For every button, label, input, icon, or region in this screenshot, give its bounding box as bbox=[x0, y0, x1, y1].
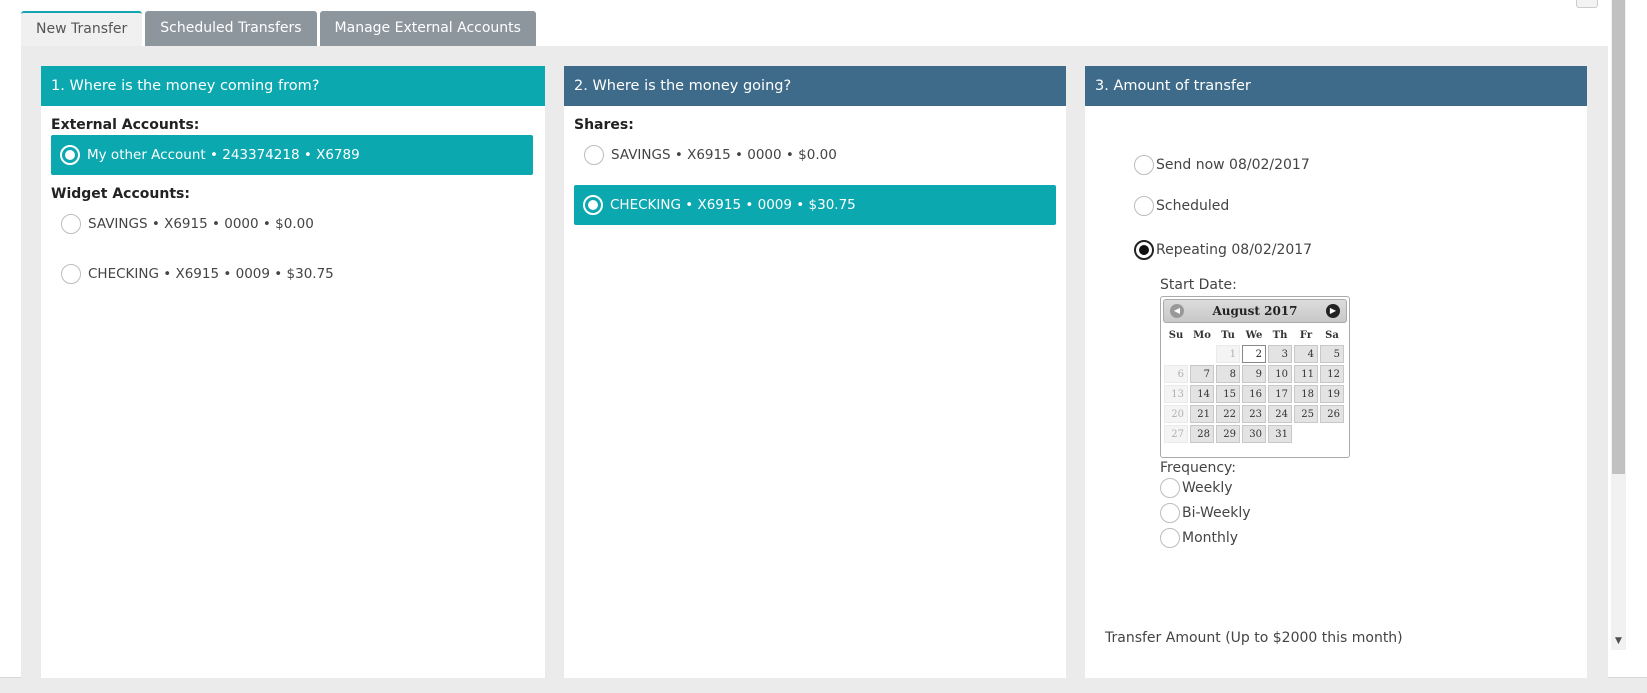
share-label: CHECKING • X6915 • 0009 • $30.75 bbox=[610, 197, 856, 213]
transfer-window: New Transfer Scheduled Transfers Manage … bbox=[0, 0, 1647, 678]
calendar-day[interactable]: 19 bbox=[1320, 385, 1344, 403]
shares-label: Shares: bbox=[574, 117, 634, 133]
calendar-day[interactable]: 30 bbox=[1242, 425, 1266, 443]
radio-icon[interactable] bbox=[60, 145, 80, 165]
option-scheduled[interactable]: Scheduled bbox=[1134, 196, 1229, 216]
calendar-day[interactable]: 29 bbox=[1216, 425, 1240, 443]
radio-icon[interactable] bbox=[1134, 155, 1154, 175]
calendar-day[interactable]: 7 bbox=[1190, 365, 1214, 383]
option-label: Send now 08/02/2017 bbox=[1156, 157, 1310, 173]
calendar-day[interactable]: 28 bbox=[1190, 425, 1214, 443]
calendar-header: ◀ August 2017 ▶ bbox=[1163, 299, 1347, 323]
calendar-day[interactable]: 2 bbox=[1242, 345, 1266, 363]
to-share-savings[interactable]: SAVINGS • X6915 • 0000 • $0.00 bbox=[584, 135, 1054, 175]
radio-icon[interactable] bbox=[1134, 240, 1154, 260]
weekday-header: Sa bbox=[1325, 330, 1339, 341]
radio-icon[interactable] bbox=[61, 264, 81, 284]
option-label: Scheduled bbox=[1156, 198, 1230, 214]
option-label: Monthly bbox=[1182, 530, 1239, 546]
calendar-days: 1 2 3 4 5 6 7 8 9 10 11 12 13 14 15 16 17 18 19 20 21 22 23 24 2… bbox=[1163, 344, 1347, 444]
calendar-day-disabled: 13 bbox=[1164, 385, 1188, 403]
calendar-day[interactable]: 15 bbox=[1216, 385, 1240, 403]
account-label: My other Account • 243374218 • X6789 bbox=[87, 147, 360, 163]
radio-icon[interactable] bbox=[61, 214, 81, 234]
calendar-day[interactable]: 25 bbox=[1294, 405, 1318, 423]
amount-panel-title: 3. Amount of transfer bbox=[1085, 66, 1587, 106]
calendar-day-disabled: 27 bbox=[1164, 425, 1188, 443]
calendar-month-label: August 2017 bbox=[1212, 304, 1298, 318]
calendar-day[interactable]: 10 bbox=[1268, 365, 1292, 383]
option-label: Repeating 08/02/2017 bbox=[1156, 242, 1313, 258]
tab-new-transfer[interactable]: New Transfer bbox=[21, 11, 143, 47]
calendar-empty-cell bbox=[1190, 345, 1214, 363]
option-send-now[interactable]: Send now 08/02/2017 bbox=[1134, 155, 1310, 175]
share-label: SAVINGS • X6915 • 0000 • $0.00 bbox=[611, 147, 837, 163]
weekday-header: Fr bbox=[1299, 330, 1313, 341]
calendar-day[interactable]: 16 bbox=[1242, 385, 1266, 403]
page-footer-strip bbox=[0, 679, 1647, 693]
calendar-day[interactable]: 26 bbox=[1320, 405, 1344, 423]
calendar-empty-cell bbox=[1164, 345, 1188, 363]
calendar-day[interactable]: 3 bbox=[1268, 345, 1292, 363]
calendar-day[interactable]: 18 bbox=[1294, 385, 1318, 403]
radio-icon[interactable] bbox=[1160, 478, 1180, 498]
next-month-icon[interactable]: ▶ bbox=[1326, 304, 1340, 318]
widget-accounts-label: Widget Accounts: bbox=[51, 186, 190, 202]
calendar-day[interactable]: 17 bbox=[1268, 385, 1292, 403]
prev-month-icon[interactable]: ◀ bbox=[1170, 304, 1184, 318]
radio-icon[interactable] bbox=[1160, 503, 1180, 523]
from-panel-title: 1. Where is the money coming from? bbox=[41, 66, 545, 106]
frequency-weekly[interactable]: Weekly bbox=[1160, 478, 1233, 498]
scrollbar-thumb[interactable] bbox=[1612, 0, 1625, 474]
option-label: Weekly bbox=[1182, 480, 1233, 496]
calendar-day[interactable]: 5 bbox=[1320, 345, 1344, 363]
account-label: CHECKING • X6915 • 0009 • $30.75 bbox=[88, 266, 334, 282]
frequency-monthly[interactable]: Monthly bbox=[1160, 528, 1238, 548]
calendar-day[interactable]: 22 bbox=[1216, 405, 1240, 423]
radio-icon[interactable] bbox=[583, 195, 603, 215]
option-repeating[interactable]: Repeating 08/02/2017 bbox=[1134, 240, 1312, 260]
frequency-label: Frequency: bbox=[1160, 460, 1237, 476]
calendar-day[interactable]: 31 bbox=[1268, 425, 1292, 443]
calendar-day[interactable]: 14 bbox=[1190, 385, 1214, 403]
radio-icon[interactable] bbox=[584, 145, 604, 165]
frequency-bi-weekly[interactable]: Bi-Weekly bbox=[1160, 503, 1251, 523]
calendar-day[interactable]: 8 bbox=[1216, 365, 1240, 383]
tab-manage-external-accounts[interactable]: Manage External Accounts bbox=[319, 11, 536, 46]
calendar-day-disabled: 6 bbox=[1164, 365, 1188, 383]
collapse-button[interactable] bbox=[1576, 0, 1598, 8]
transfer-amount-label: Transfer Amount (Up to $2000 this month) bbox=[1105, 630, 1403, 646]
weekday-header: Mo bbox=[1193, 330, 1211, 341]
start-date-label: Start Date: bbox=[1160, 277, 1237, 293]
tab-scheduled-transfers[interactable]: Scheduled Transfers bbox=[145, 11, 317, 46]
weekday-header: Tu bbox=[1221, 330, 1235, 341]
calendar-day-disabled: 20 bbox=[1164, 405, 1188, 423]
radio-icon[interactable] bbox=[1160, 528, 1180, 548]
calendar-weekdays: Su Mo Tu We Th Fr Sa bbox=[1163, 327, 1347, 344]
calendar-day[interactable]: 9 bbox=[1242, 365, 1266, 383]
vertical-scrollbar[interactable]: ▼ bbox=[1611, 0, 1626, 650]
calendar-day[interactable]: 24 bbox=[1268, 405, 1292, 423]
calendar-day[interactable]: 4 bbox=[1294, 345, 1318, 363]
date-picker-calendar: ◀ August 2017 ▶ Su Mo Tu We Th Fr Sa 123456789… bbox=[1160, 296, 1350, 458]
from-account-widget-checking[interactable]: CHECKING • X6915 • 0009 • $30.75 bbox=[61, 254, 531, 294]
calendar-day[interactable]: 11 bbox=[1294, 365, 1318, 383]
calendar-day[interactable]: 12 bbox=[1320, 365, 1344, 383]
account-label: SAVINGS • X6915 • 0000 • $0.00 bbox=[88, 216, 314, 232]
external-accounts-label: External Accounts: bbox=[51, 117, 200, 133]
calendar-day[interactable]: 23 bbox=[1242, 405, 1266, 423]
weekday-header: Su bbox=[1168, 330, 1184, 341]
calendar-day[interactable]: 21 bbox=[1190, 405, 1214, 423]
tab-bar: New Transfer Scheduled Transfers Manage … bbox=[21, 11, 539, 47]
option-label: Bi-Weekly bbox=[1182, 505, 1251, 521]
to-panel-title: 2. Where is the money going? bbox=[564, 66, 1066, 106]
from-account-external-0[interactable]: My other Account • 243374218 • X6789 bbox=[51, 135, 533, 175]
weekday-header: We bbox=[1245, 330, 1263, 341]
from-account-widget-savings[interactable]: SAVINGS • X6915 • 0000 • $0.00 bbox=[61, 204, 531, 244]
calendar-day-disabled: 1 bbox=[1216, 345, 1240, 363]
scroll-down-icon[interactable]: ▼ bbox=[1611, 634, 1626, 649]
radio-icon[interactable] bbox=[1134, 196, 1154, 216]
weekday-header: Th bbox=[1272, 330, 1288, 341]
to-share-checking[interactable]: CHECKING • X6915 • 0009 • $30.75 bbox=[574, 185, 1056, 225]
